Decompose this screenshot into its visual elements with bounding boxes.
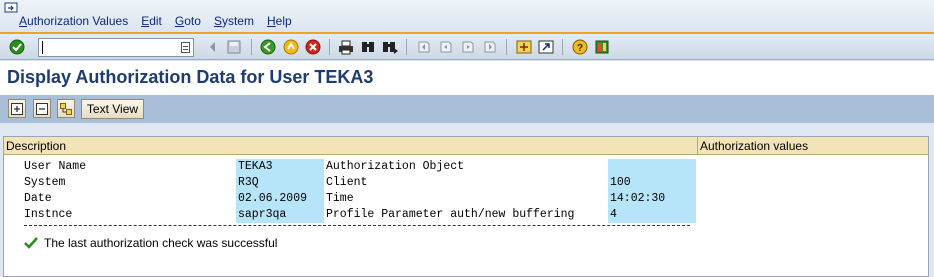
table-row: System R3Q Client 100 [4,175,698,191]
previous-page-icon[interactable] [438,39,454,55]
standard-toolbar: ? [0,32,934,60]
table-row: Date 02.06.2009 Time 14:02:30 [4,191,698,207]
save-icon[interactable] [226,39,242,55]
table-row: Instnce sapr3qa Profile Parameter auth/n… [4,207,698,223]
row-value-2: 4 [608,207,696,223]
first-page-icon[interactable] [416,39,432,55]
toolbar-separator [329,39,330,55]
status-message: The last authorization check was success… [24,235,277,251]
command-field[interactable] [38,38,194,57]
toolbar-separator [506,39,507,55]
row-value-2: 14:02:30 [608,191,696,207]
toolbar-separator [406,39,407,55]
status-message-text: The last authorization check was success… [44,236,278,250]
row-value-2: 100 [608,175,696,191]
row-value: R3Q [236,175,324,191]
last-page-icon[interactable] [482,39,498,55]
command-history-icon[interactable] [181,42,190,53]
row-value: sapr3qa [236,207,324,223]
row-label: Instnce [24,208,73,221]
menu-goto[interactable]: Goto [175,14,201,28]
cancel-icon[interactable] [305,39,321,55]
next-page-icon[interactable] [460,39,476,55]
help-icon[interactable]: ? [572,39,588,55]
collapse-icon[interactable] [33,99,51,118]
find-icon[interactable] [360,39,376,55]
customize-layout-icon[interactable] [594,39,610,55]
hierarchy-icon[interactable] [57,99,75,118]
authorization-values-column-header[interactable]: Authorization values [698,137,928,155]
content-area: Description Authorization values User Na… [0,123,934,277]
description-column-header[interactable]: Description [4,137,698,155]
text-cursor [42,41,43,54]
menu-help[interactable]: Help [267,14,292,28]
text-view-button[interactable]: Text View [81,99,144,119]
back-arrow-icon[interactable] [205,39,221,55]
system-menu-icon[interactable] [4,2,20,14]
row-value: TEKA3 [236,159,324,175]
table-row: User Name TEKA3 Authorization Object [4,159,698,175]
checkmark-icon [24,237,38,249]
expand-icon[interactable] [8,99,26,118]
row-label-2: Client [326,176,368,189]
toolbar-separator [251,39,252,55]
enter-icon[interactable] [9,39,25,55]
find-next-icon[interactable] [382,39,398,55]
row-label: User Name [24,160,87,173]
authorization-data-panel: Description Authorization values User Na… [3,136,929,277]
back-icon[interactable] [260,39,276,55]
exit-icon[interactable] [283,39,299,55]
menu-system[interactable]: System [214,14,254,28]
row-label-2: Authorization Object [326,160,465,173]
svg-text:?: ? [577,43,583,54]
page-title: Display Authorization Data for User TEKA… [7,67,374,87]
row-label: Date [24,192,52,205]
row-value-2 [608,159,696,175]
menu-bar: Authorization Values Edit Goto System He… [0,0,934,32]
row-label: System [24,176,66,189]
toolbar-separator [562,39,563,55]
row-value: 02.06.2009 [236,191,324,207]
create-session-icon[interactable] [516,39,532,55]
menu-edit[interactable]: Edit [141,14,162,28]
menu-authorization-values[interactable]: Authorization Values [19,14,128,28]
row-label-2: Profile Parameter auth/new buffering [326,208,575,221]
dashed-divider [24,225,690,226]
row-label-2: Time [326,192,354,205]
shortcut-icon[interactable] [538,39,554,55]
print-icon[interactable] [338,39,354,55]
application-toolbar: Text View [0,95,934,123]
menu: Authorization Values Edit Goto System He… [19,14,305,28]
title-bar: Display Authorization Data for User TEKA… [0,61,934,95]
